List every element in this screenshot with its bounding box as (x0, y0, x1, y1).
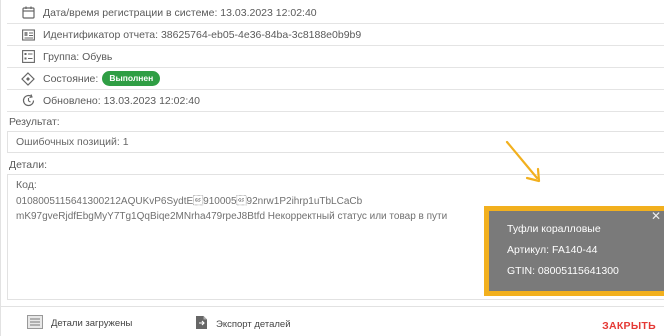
group-row: Группа: Обувь (7, 46, 664, 68)
code-label: Код: (16, 179, 37, 191)
annotation-arrow (505, 140, 541, 183)
diamond-state-icon (21, 71, 35, 86)
export-file-icon (195, 315, 208, 333)
registration-row: Дата/время регистрации в системе: 13.03.… (7, 2, 664, 24)
group-text: Группа: Обувь (43, 50, 113, 63)
errors-count: Ошибочных позиций: 1 (16, 136, 129, 148)
tooltip-close-icon[interactable]: ✕ (651, 209, 661, 223)
loaded-list-icon (27, 315, 43, 332)
tooltip-product-name: Туфли коралловые (507, 223, 601, 235)
dialog-footer: Детали загружены Экспорт деталей ЗАКРЫТЬ (1, 306, 664, 336)
export-details-button[interactable]: Экспорт деталей (195, 315, 291, 333)
details-loaded-button[interactable]: Детали загружены (27, 315, 132, 332)
result-label: Результат: (9, 116, 60, 128)
updated-row: Обновлено: 13.03.2023 12:02:40 (7, 90, 664, 112)
group-list-icon (21, 50, 35, 64)
details-loaded-label: Детали загружены (51, 318, 133, 329)
product-tooltip: ✕ Туфли коралловые Артикул: FA140-44 GTI… (484, 206, 664, 296)
export-details-label: Экспорт деталей (216, 318, 291, 330)
code-line-2-tail: атус или товар в пути (346, 211, 448, 222)
code-line-2-main: mK97gveRjdfEbgMyY7Tg1QqBiqe2MNrha479rpeJ… (16, 211, 347, 222)
report-id-text: Идентификатор отчета: 38625764-eb05-4e36… (43, 28, 362, 41)
errors-box: Ошибочных позиций: 1 (7, 131, 664, 153)
state-row: Состояние: Выполнен (7, 68, 664, 90)
details-label: Детали: (9, 159, 48, 171)
close-button[interactable]: ЗАКРЫТЬ (602, 320, 656, 332)
refresh-clock-icon (21, 94, 35, 108)
report-id-row: Идентификатор отчета: 38625764-eb05-4e36… (7, 24, 664, 46)
updated-text: Обновлено: 13.03.2023 12:02:40 (43, 94, 200, 107)
state-label: Состояние: (43, 72, 99, 85)
report-details-panel: Дата/время регистрации в системе: 13.03.… (0, 0, 664, 336)
status-badge: Выполнен (102, 71, 161, 86)
tooltip-gtin: GTIN: 08005115641300 (507, 265, 619, 277)
calendar-icon (21, 6, 35, 20)
registration-text: Дата/время регистрации в системе: 13.03.… (43, 6, 317, 19)
id-card-icon (21, 28, 35, 42)
tooltip-article: Артикул: FA140-44 (507, 244, 598, 256)
